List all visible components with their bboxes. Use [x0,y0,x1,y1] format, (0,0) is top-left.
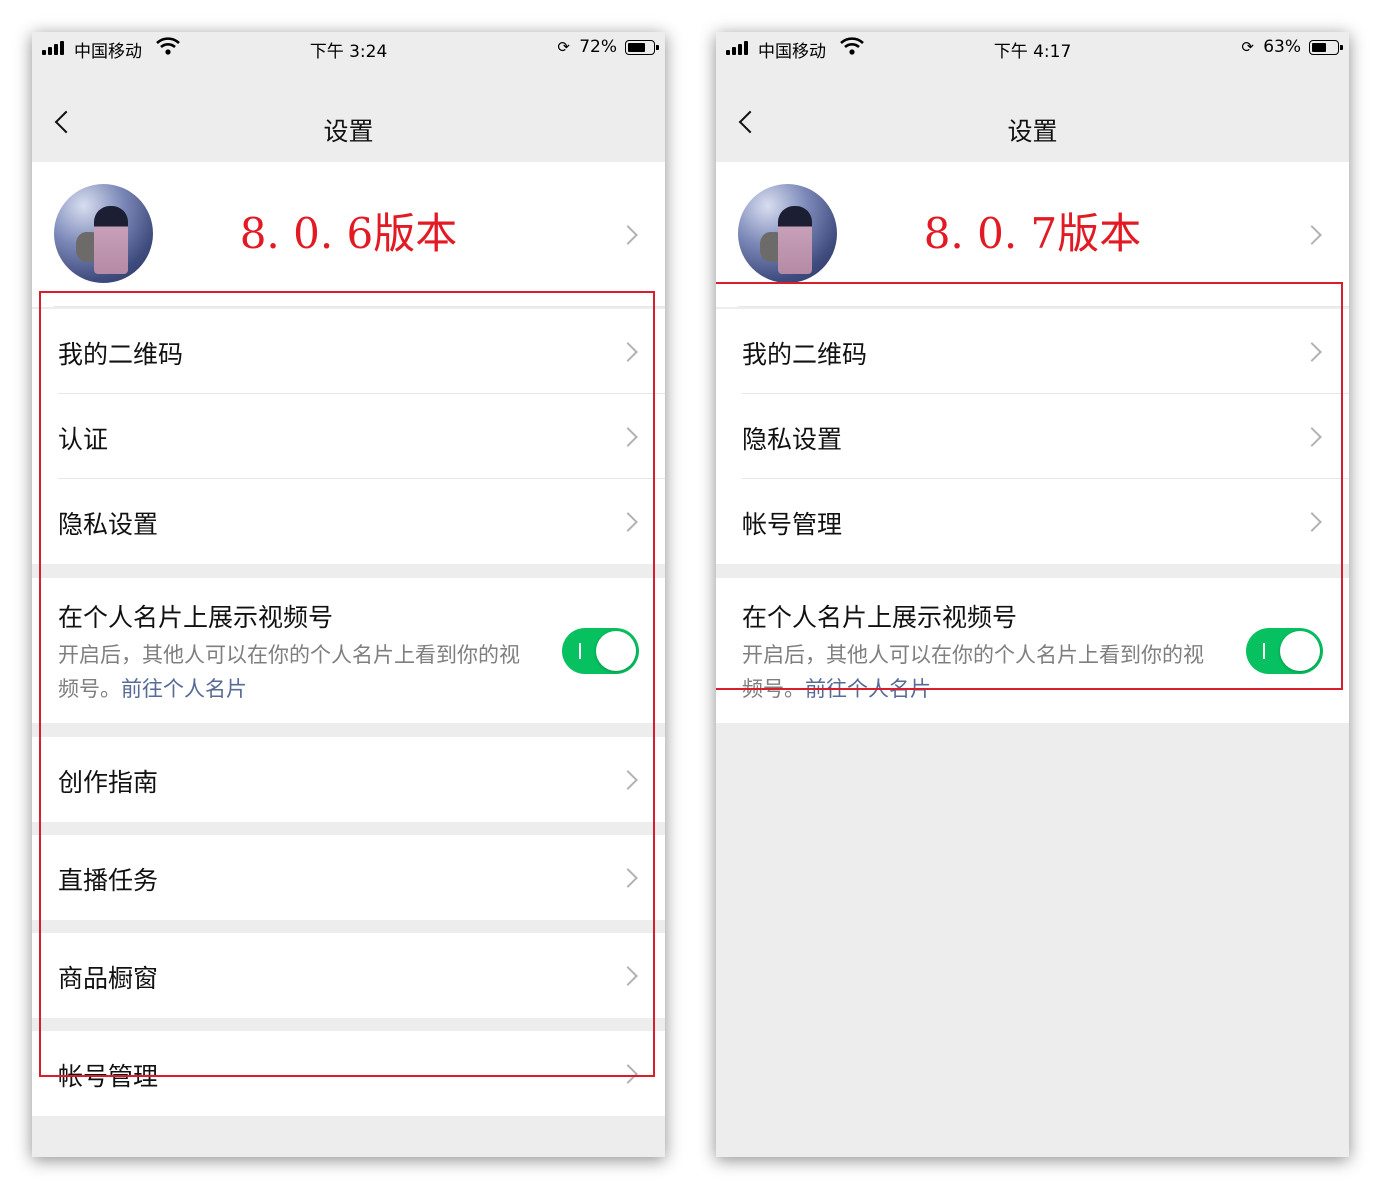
battery-percent: 72% [579,37,617,57]
page-title: 设置 [1007,117,1058,146]
battery-icon [625,40,659,55]
battery-level-fill [1312,43,1326,52]
battery-level-fill [628,43,645,52]
orientation-lock-icon: ⟳ [557,38,570,56]
orientation-lock-icon: ⟳ [1241,38,1254,56]
phone-screen-left: 中国移动 下午 3:24 ⟳ 72% 设置 8. 0. 6版本 我的二维码 认证… [32,32,665,1157]
phone-screen-right: 中国移动 下午 4:17 ⟳ 63% 设置 8. 0. 7版本 我的二维码 隐私… [716,32,1349,1157]
status-time: 下午 4:17 [993,42,1072,62]
battery-percent: 63% [1263,37,1301,57]
nav-bar: 设置 [32,64,665,162]
page-title: 设置 [323,117,374,146]
annotation-frame [716,282,1343,690]
status-bar: 中国移动 下午 4:17 ⟳ 63% [716,32,1349,64]
version-annotation: 8. 0. 7版本 [923,209,1142,258]
version-annotation: 8. 0. 6版本 [239,209,458,258]
battery-icon [1309,40,1343,55]
profile-card[interactable]: 8. 0. 6版本 [32,162,665,307]
status-time: 下午 3:24 [309,42,388,62]
nav-bar: 设置 [716,64,1349,162]
annotation-frame [39,291,655,1077]
status-bar: 中国移动 下午 3:24 ⟳ 72% [32,32,665,64]
